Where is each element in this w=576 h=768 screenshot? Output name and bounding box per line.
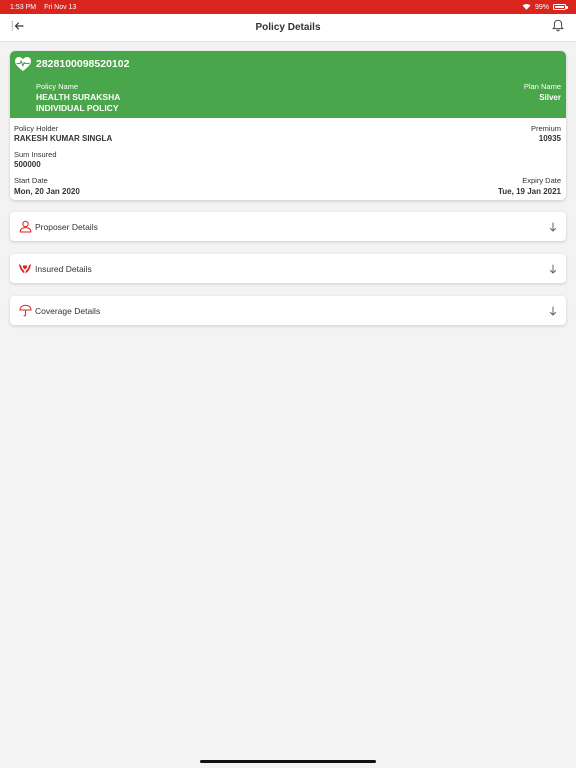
policy-name-label: Policy Name [36, 82, 79, 91]
policy-name-value: HEALTH SURAKSHA INDIVIDUAL POLICY [36, 92, 236, 113]
start-date-label: Start Date [14, 176, 48, 185]
wifi-icon [522, 3, 531, 12]
proposer-details-section[interactable]: Proposer Details [10, 212, 566, 241]
policy-card-header: 2828100098520102 Policy Name HEALTH SURA… [10, 51, 566, 118]
status-bar: 1:53 PM Fri Nov 13 99% [0, 0, 576, 14]
page-title: Policy Details [255, 22, 321, 33]
coverage-details-label: Coverage Details [35, 305, 101, 316]
policy-name-line2: INDIVIDUAL POLICY [36, 102, 119, 113]
notifications-button[interactable] [550, 19, 566, 37]
expiry-date-value: Tue, 19 Jan 2021 [498, 187, 561, 196]
sum-insured-value: 500000 [14, 160, 41, 169]
plan-name-value: Silver [539, 93, 561, 102]
umbrella-icon [18, 304, 32, 318]
policy-name-line1: HEALTH SURAKSHA [36, 92, 121, 102]
heart-pulse-icon [14, 56, 32, 72]
hands-care-icon [18, 262, 32, 276]
arrow-left-icon [11, 19, 25, 38]
policy-holder-label: Policy Holder [14, 124, 59, 133]
status-date: Fri Nov 13 [44, 3, 77, 11]
battery-percent: 99% [534, 3, 549, 11]
policy-number: 2828100098520102 [36, 58, 130, 70]
sum-insured-label: Sum Insured [14, 150, 57, 159]
policy-card: 2828100098520102 Policy Name HEALTH SURA… [10, 51, 566, 200]
battery-icon [553, 4, 568, 10]
premium-label: Premium [530, 124, 561, 133]
start-date-value: Mon, 20 Jan 2020 [14, 187, 80, 196]
expiry-date-label: Expiry Date [522, 176, 561, 185]
proposer-details-label: Proposer Details [35, 221, 98, 232]
policy-card-body: Policy Holder RAKESH KUMAR SINGLA Premiu… [10, 118, 566, 200]
arrow-down-icon [548, 305, 558, 317]
status-time: 1:53 PM [10, 3, 37, 11]
insured-details-section[interactable]: Insured Details [10, 254, 566, 283]
home-indicator[interactable] [200, 760, 376, 763]
status-right: 99% [522, 3, 568, 12]
person-icon [18, 220, 32, 234]
bell-icon [552, 19, 564, 37]
arrow-down-icon [548, 221, 558, 233]
premium-value: 10935 [538, 134, 561, 143]
insured-details-label: Insured Details [35, 263, 92, 274]
nav-bar: Policy Details [0, 14, 576, 42]
coverage-details-section[interactable]: Coverage Details [10, 296, 566, 325]
back-button[interactable] [10, 20, 26, 36]
policy-holder-value: RAKESH KUMAR SINGLA [14, 134, 113, 143]
plan-name-label: Plan Name [523, 82, 561, 91]
arrow-down-icon [548, 263, 558, 275]
